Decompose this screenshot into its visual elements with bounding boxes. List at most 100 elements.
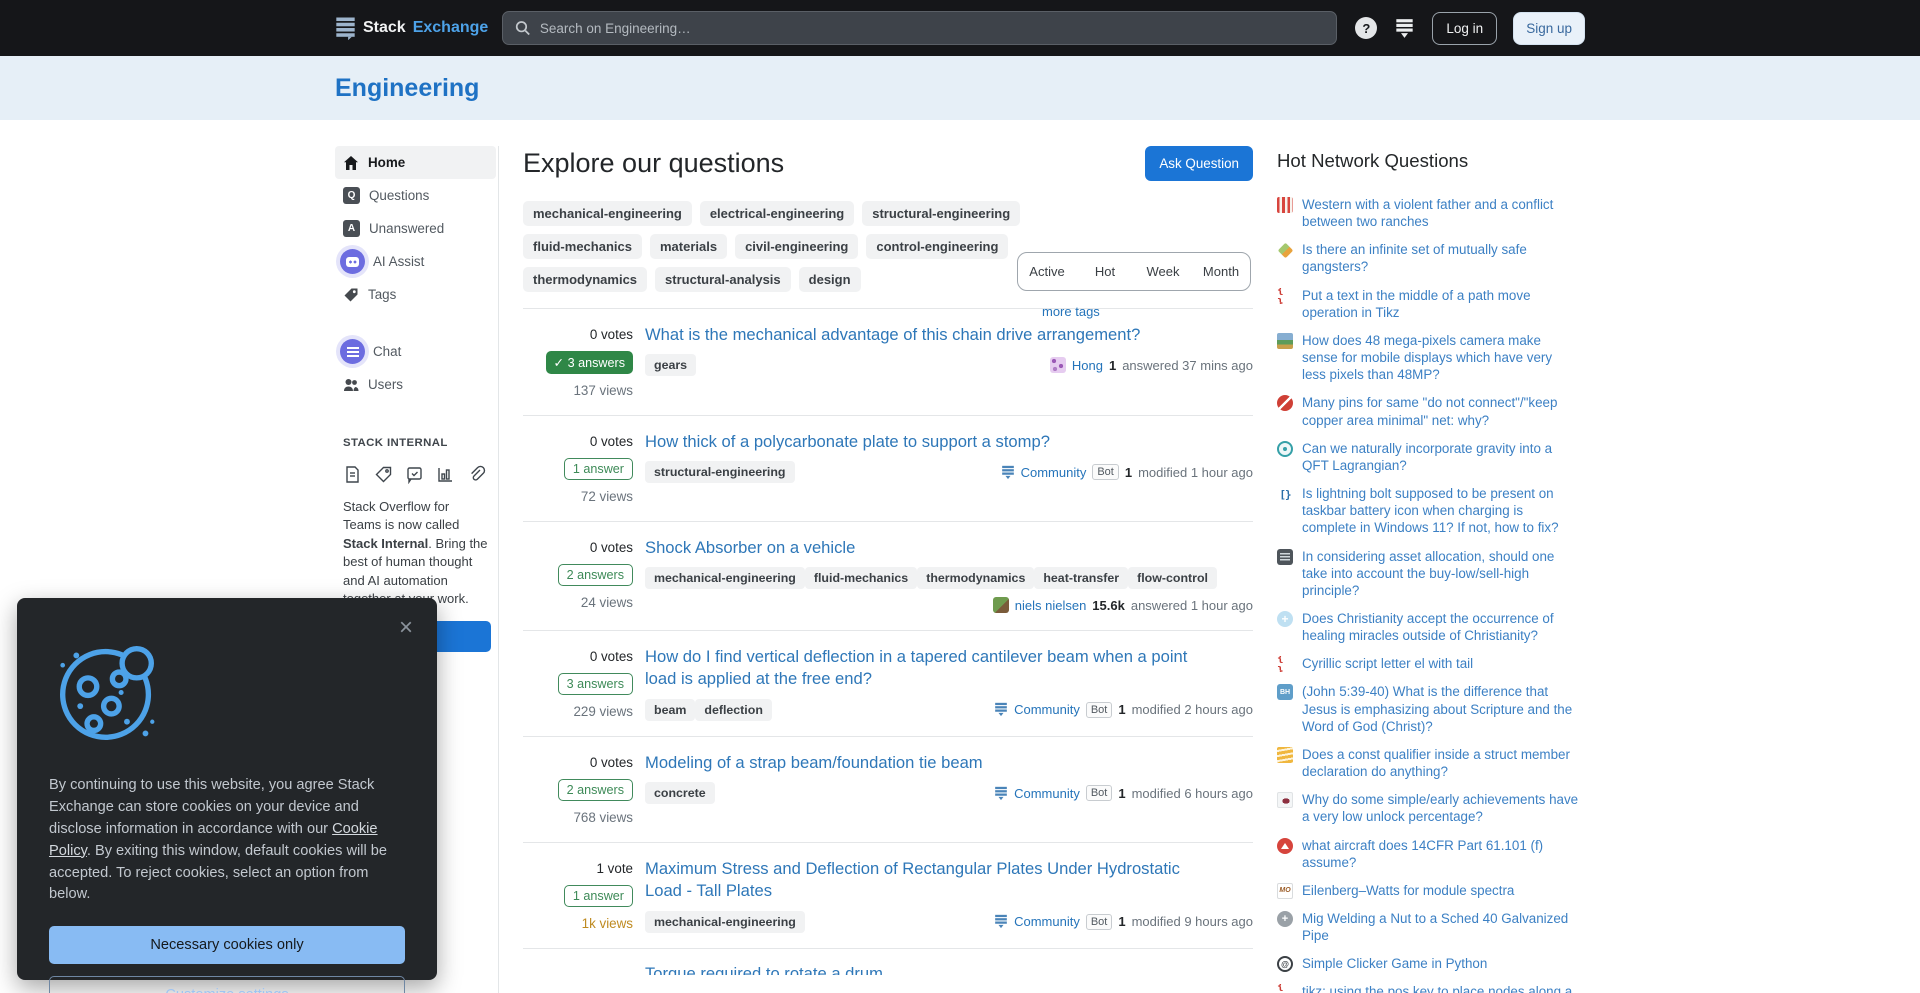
hot-question-link[interactable]: what aircraft does 14CFR Part 61.101 (f)… — [1302, 837, 1579, 871]
user-link[interactable]: niels nielsen — [1015, 598, 1087, 613]
tag-pill[interactable]: materials — [650, 234, 727, 259]
hot-question-link[interactable]: Simple Clicker Game in Python — [1302, 955, 1487, 972]
filter-tab[interactable]: Month — [1192, 253, 1250, 290]
search-icon — [515, 20, 531, 36]
sidebar-item-home[interactable]: Home — [335, 146, 496, 179]
close-icon[interactable]: × — [399, 616, 413, 640]
hot-question-link[interactable]: Is lightning bolt supposed to be present… — [1302, 485, 1579, 536]
hot-question-link[interactable]: How does 48 mega-pixels camera make sens… — [1302, 332, 1579, 383]
user-link[interactable]: Hong — [1072, 358, 1103, 373]
customize-settings-button[interactable]: Customize settings — [49, 976, 405, 993]
filter-tab[interactable]: Hot — [1076, 253, 1134, 290]
reputation: 15.6k — [1092, 598, 1125, 613]
tag-pill[interactable]: thermodynamics — [523, 267, 647, 292]
tag-pill[interactable]: control-engineering — [866, 234, 1008, 259]
ask-question-button[interactable]: Ask Question — [1145, 146, 1253, 181]
search-box[interactable] — [502, 11, 1337, 45]
hot-question-link[interactable]: Many pins for same "do not connect"/"kee… — [1302, 394, 1579, 428]
question-title-link[interactable]: Modeling of a strap beam/foundation tie … — [645, 752, 1193, 774]
hot-question-link[interactable]: Does a const qualifier inside a struct m… — [1302, 746, 1579, 780]
tag-pill[interactable]: mechanical-engineering — [523, 201, 692, 226]
questions-icon — [343, 187, 360, 204]
tag-pill[interactable]: electrical-engineering — [700, 201, 854, 226]
question-meta: niels nielsen 15.6k answered 1 hour ago — [993, 597, 1253, 613]
tag-pill[interactable]: civil-engineering — [735, 234, 858, 259]
tag-pill[interactable]: mechanical-engineering — [645, 567, 805, 589]
hot-question-link[interactable]: Eilenberg–Watts for module spectra — [1302, 882, 1514, 899]
bot-badge: Bot — [1086, 702, 1113, 718]
money-icon — [1277, 549, 1293, 565]
hot-question-link[interactable]: In considering asset allocation, should … — [1302, 548, 1579, 599]
tag-pill[interactable]: design — [799, 267, 861, 292]
community-link[interactable]: Community — [1014, 786, 1080, 801]
hot-question-link[interactable]: (John 5:39-40) What is the difference th… — [1302, 683, 1579, 734]
mathoverflow-icon — [1277, 883, 1293, 899]
sidebar-item-chat[interactable]: Chat — [335, 335, 496, 368]
physics-icon — [1277, 441, 1293, 457]
tag-pill[interactable]: beam — [645, 699, 695, 721]
hot-question-link[interactable]: Put a text in the middle of a path move … — [1302, 287, 1579, 321]
sidebar-item-ai-assist[interactable]: AI Assist — [335, 245, 496, 278]
sidebar-item-tags[interactable]: Tags — [335, 278, 496, 311]
filter-tab[interactable]: Week — [1134, 253, 1192, 290]
tag-pill[interactable]: deflection — [695, 699, 772, 721]
tag-pill[interactable]: fluid-mechanics — [523, 234, 642, 259]
hermeneutics-icon — [1277, 684, 1293, 700]
log-in-button[interactable]: Log in — [1432, 12, 1497, 45]
stack-exchange-logo[interactable]: StackExchange — [335, 16, 488, 40]
question-tags: gears — [645, 356, 696, 374]
chat-icon — [340, 339, 365, 364]
site-switcher-icon[interactable] — [1395, 18, 1414, 39]
tag-pill[interactable]: concrete — [645, 782, 715, 804]
sidebar-item-questions[interactable]: Questions — [335, 179, 496, 212]
stackoverflow-icon — [1277, 747, 1293, 763]
question-title-link[interactable]: What is the mechanical advantage of this… — [645, 324, 1193, 346]
hot-question-link[interactable]: Western with a violent father and a conf… — [1302, 196, 1579, 230]
top-bar: StackExchange ? Log in Sign up — [0, 0, 1920, 56]
tag-pill[interactable]: structural-analysis — [655, 267, 791, 292]
hot-question-link[interactable]: Mig Welding a Nut to a Sched 40 Galvaniz… — [1302, 910, 1579, 944]
stack-internal-heading: STACK INTERNAL — [335, 437, 496, 449]
tag-pill[interactable]: structural-engineering — [645, 461, 795, 483]
question-meta: Community Bot 1 modified 6 hours ago — [994, 785, 1253, 801]
tag-pill[interactable]: flow-control — [1128, 567, 1217, 589]
community-link[interactable]: Community — [1014, 914, 1080, 929]
hot-question-link[interactable]: tikz: using the pos key to place nodes a… — [1302, 983, 1579, 993]
question-stats: 0 votes 2 answers 768 views — [523, 752, 633, 825]
tag-pill[interactable]: thermodynamics — [917, 567, 1034, 589]
search-input[interactable] — [540, 21, 1325, 36]
tag-pill[interactable]: gears — [645, 354, 696, 376]
help-icon[interactable]: ? — [1355, 17, 1377, 39]
hot-question-link[interactable]: Can we naturally incorporate gravity int… — [1302, 440, 1579, 474]
site-title[interactable]: Engineering — [335, 74, 479, 102]
arqade-icon — [1277, 792, 1293, 808]
question-title-link[interactable]: Torque required to rotate a drum — [645, 963, 1193, 975]
tag-pill[interactable]: structural-engineering — [862, 201, 1020, 226]
community-link[interactable]: Community — [1014, 702, 1080, 717]
hot-question-link[interactable]: Why do some simple/early achievements ha… — [1302, 791, 1579, 825]
hot-question-item: what aircraft does 14CFR Part 61.101 (f)… — [1277, 837, 1579, 871]
hot-question-link[interactable]: Is there an infinite set of mutually saf… — [1302, 241, 1579, 275]
sign-up-button[interactable]: Sign up — [1513, 12, 1585, 45]
more-tags-link[interactable]: more tags — [1042, 304, 1100, 319]
bot-badge: Bot — [1086, 785, 1113, 801]
vote-count: 0 votes — [590, 755, 633, 770]
community-link[interactable]: Community — [1021, 465, 1087, 480]
necessary-cookies-button[interactable]: Necessary cookies only — [49, 926, 405, 964]
question-title-link[interactable]: How do I find vertical deflection in a t… — [645, 646, 1193, 690]
hot-question-item: Simple Clicker Game in Python — [1277, 955, 1579, 972]
filter-tabs: ActiveHotWeekMonth — [1017, 252, 1251, 291]
stack-internal-text: Stack Overflow for Teams is now called S… — [335, 484, 496, 609]
filter-tab[interactable]: Active — [1018, 253, 1076, 290]
view-count: 1k views — [582, 916, 633, 931]
hot-question-link[interactable]: Cyrillic script letter el with tail — [1302, 655, 1473, 672]
question-title-link[interactable]: How thick of a polycarbonate plate to su… — [645, 431, 1193, 453]
question-title-link[interactable]: Shock Absorber on a vehicle — [645, 537, 1193, 559]
sidebar-item-unanswered[interactable]: Unanswered — [335, 212, 496, 245]
tag-pill[interactable]: heat-transfer — [1034, 567, 1128, 589]
question-title-link[interactable]: Maximum Stress and Deflection of Rectang… — [645, 858, 1193, 902]
sidebar-item-users[interactable]: Users — [335, 368, 496, 401]
tag-pill[interactable]: fluid-mechanics — [805, 567, 917, 589]
tag-pill[interactable]: mechanical-engineering — [645, 911, 805, 933]
hot-question-link[interactable]: Does Christianity accept the occurrence … — [1302, 610, 1579, 644]
